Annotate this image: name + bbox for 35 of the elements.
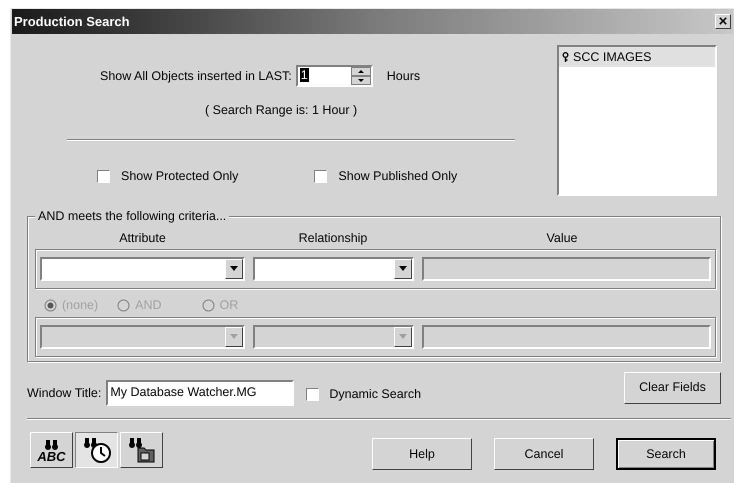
search-range-note: ( Search Range is: 1 Hour ) — [205, 102, 358, 119]
hours-spinner[interactable]: 1 — [296, 65, 373, 87]
time-label: Show All Objects inserted in LAST: — [100, 68, 292, 85]
clear-fields-button[interactable]: Clear Fields — [624, 372, 721, 404]
unit-label: Hours — [386, 68, 420, 85]
checkbox[interactable] — [306, 388, 320, 400]
value-field[interactable] — [422, 256, 711, 281]
caret-icon — [394, 258, 412, 279]
checkbox-label: Show Published Only — [338, 168, 458, 185]
window-title: Production Search — [13, 12, 130, 31]
caret-icon — [394, 326, 412, 347]
database-list[interactable]: SCC IMAGES — [557, 45, 717, 196]
dropdown[interactable] — [40, 256, 245, 281]
dialog-button[interactable]: Search — [616, 438, 716, 470]
caret-icon — [225, 326, 243, 347]
icon-text: ABC — [37, 450, 66, 462]
checkbox[interactable] — [314, 170, 328, 183]
mode-button[interactable]: ABC — [30, 432, 73, 468]
checkbox-label: Show Protected Only — [121, 168, 238, 185]
caret-icon — [225, 258, 243, 279]
checkbox[interactable] — [97, 170, 110, 183]
close-button[interactable]: × — [715, 14, 731, 29]
mode-button[interactable] — [75, 432, 118, 468]
dialog-button[interactable]: Cancel — [494, 438, 594, 470]
window-title-field[interactable]: My Database Watcher.MG — [106, 380, 294, 406]
list-item[interactable]: SCC IMAGES — [559, 47, 715, 67]
key-icon — [562, 52, 569, 62]
group-title: AND meets the following criteria... — [35, 208, 230, 224]
column-header: Relationship — [298, 230, 368, 247]
column-header: Value — [546, 230, 578, 247]
dialog-button[interactable]: Help — [372, 438, 472, 470]
column-header: Attribute — [119, 230, 166, 247]
field-label: Window Title: — [27, 384, 102, 402]
dropdown[interactable] — [253, 256, 414, 281]
checkbox-label: Dynamic Search — [329, 386, 422, 403]
